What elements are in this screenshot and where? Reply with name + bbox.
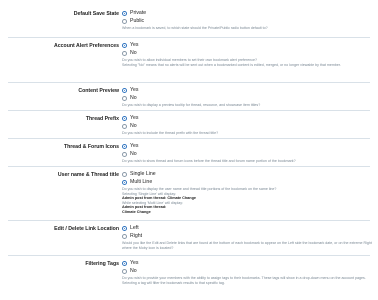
radio-icon[interactable] xyxy=(122,18,127,24)
radio-icon[interactable] xyxy=(122,50,127,56)
setting-label-account-alert: Account Alert Preferences xyxy=(54,43,119,49)
option-public[interactable]: Public xyxy=(122,17,372,25)
example-multi-line-2: Climate Change xyxy=(122,209,151,214)
radio-selected-icon[interactable] xyxy=(122,179,127,185)
option-multi-line[interactable]: Multi Line xyxy=(122,178,372,186)
thread-forum-icons-group: Yes No Do you wish to show thread and fo… xyxy=(122,142,372,164)
option-left[interactable]: Left xyxy=(122,224,372,232)
radio-selected-icon[interactable] xyxy=(122,143,127,149)
option-no[interactable]: No xyxy=(122,94,372,102)
radio-icon[interactable] xyxy=(122,95,127,101)
radio-icon[interactable] xyxy=(122,268,127,274)
divider xyxy=(8,138,370,139)
thread-prefix-group: Yes No Do you wish to include the thread… xyxy=(122,114,372,136)
setting-label-content-preview: Content Preview xyxy=(78,88,119,94)
divider xyxy=(8,82,370,83)
explain-text: Do you wish to provide your members with… xyxy=(122,276,366,285)
option-yes[interactable]: Yes xyxy=(122,114,372,122)
option-no[interactable]: No xyxy=(122,122,372,130)
option-yes[interactable]: Yes xyxy=(122,142,372,150)
content-preview-group: Yes No Do you wish to display a preview … xyxy=(122,86,372,108)
radio-icon[interactable] xyxy=(122,171,127,177)
option-no[interactable]: No xyxy=(122,267,372,275)
explain-text: Would you like the Edit and Delete links… xyxy=(122,241,372,250)
explain-text-2: Selecting "No" means that no alerts will… xyxy=(122,62,341,67)
option-no[interactable]: No xyxy=(122,150,372,158)
option-single-line[interactable]: Single Line xyxy=(122,170,372,178)
explain-text: Do you wish to include the thread prefix… xyxy=(122,131,219,135)
default-save-state-group: Private Public When a bookmark is saved,… xyxy=(122,9,372,31)
setting-label-thread-prefix: Thread Prefix xyxy=(85,116,119,122)
option-right[interactable]: Right xyxy=(122,232,372,240)
username-thread-title-group: Single Line Multi Line Do you wish to di… xyxy=(122,170,372,214)
divider xyxy=(8,255,370,256)
setting-label-filtering-tags: Filtering Tags xyxy=(85,261,119,267)
edit-delete-location-group: Left Right Would you like the Edit and D… xyxy=(122,224,372,250)
setting-label-thread-forum-icons: Thread & Forum Icons xyxy=(63,144,119,150)
radio-selected-icon[interactable] xyxy=(122,115,127,121)
divider xyxy=(8,37,370,38)
radio-icon[interactable] xyxy=(122,123,127,129)
radio-icon[interactable] xyxy=(122,233,127,239)
account-alert-group: Yes No Do you wish to allow individual m… xyxy=(122,41,372,67)
divider xyxy=(8,166,370,167)
explain-text: When a bookmark is saved, to which state… xyxy=(122,26,268,30)
setting-label-username-thread-title: User name & Thread title xyxy=(57,172,119,178)
radio-selected-icon[interactable] xyxy=(122,260,127,266)
explain-text: Do you wish to display a preview tooltip… xyxy=(122,103,261,107)
divider xyxy=(8,220,370,221)
option-yes[interactable]: Yes xyxy=(122,259,372,267)
option-yes[interactable]: Yes xyxy=(122,41,372,49)
option-yes[interactable]: Yes xyxy=(122,86,372,94)
explain-text: Do you wish to show thread and forum ico… xyxy=(122,159,296,163)
radio-selected-icon[interactable] xyxy=(122,10,127,16)
radio-selected-icon[interactable] xyxy=(122,42,127,48)
option-private[interactable]: Private xyxy=(122,9,372,17)
option-no[interactable]: No xyxy=(122,49,372,57)
radio-selected-icon[interactable] xyxy=(122,87,127,93)
setting-label-default-save-state: Default Save State xyxy=(73,11,119,17)
radio-icon[interactable] xyxy=(122,151,127,157)
filtering-tags-group: Yes No Do you wish to provide your membe… xyxy=(122,259,372,285)
setting-label-edit-delete-location: Edit / Delete Link Location xyxy=(54,226,119,232)
divider xyxy=(8,110,370,111)
radio-selected-icon[interactable] xyxy=(122,225,127,231)
